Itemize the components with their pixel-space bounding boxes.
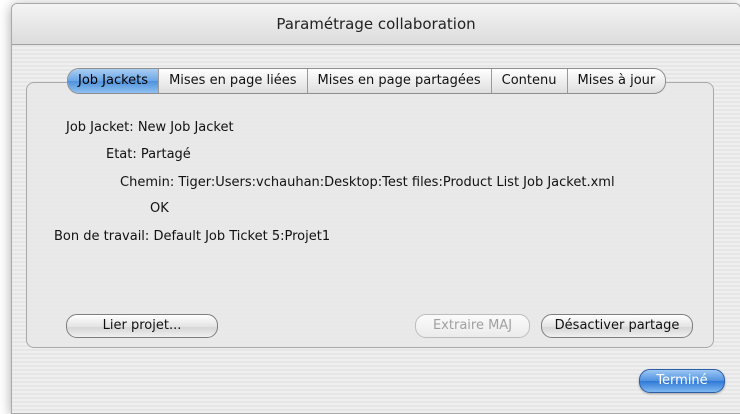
- tab-contenu[interactable]: Contenu: [490, 69, 567, 93]
- job-jacket-label: Job Jacket:: [66, 120, 134, 135]
- chemin-label: Chemin:: [120, 175, 175, 190]
- bon-de-travail-label: Bon de travail:: [54, 229, 150, 244]
- chemin-value: Tiger:Users:vchauhan:Desktop:Test files:…: [178, 175, 615, 190]
- window-title: Paramétrage collaboration: [276, 15, 476, 33]
- tab-job-jackets[interactable]: Job Jackets: [68, 69, 159, 93]
- status-value: OK: [150, 201, 169, 216]
- tab-mises-en-page-partagees[interactable]: Mises en page partagées: [306, 69, 491, 93]
- job-jacket-value: New Job Jacket: [137, 120, 234, 135]
- status-ok: OK: [150, 201, 169, 216]
- bon-de-travail-value: Default Job Ticket 5:Projet1: [153, 229, 331, 244]
- extraire-maj-button[interactable]: Extraire MAJ: [415, 314, 530, 338]
- chemin-row: Chemin: Tiger:Users:vchauhan:Desktop:Tes…: [120, 175, 615, 190]
- termine-button[interactable]: Terminé: [639, 369, 725, 393]
- lier-projet-button[interactable]: Lier projet...: [66, 314, 218, 338]
- desactiver-partage-button[interactable]: Désactiver partage: [541, 314, 693, 338]
- etat-row: Etat: Partagé: [106, 147, 191, 162]
- etat-label: Etat:: [106, 147, 137, 162]
- etat-value: Partagé: [140, 147, 191, 162]
- job-jacket-row: Job Jacket: New Job Jacket: [66, 120, 234, 135]
- tab-mises-en-page-liees[interactable]: Mises en page liées: [158, 69, 306, 93]
- title-bar: Paramétrage collaboration: [12, 4, 740, 45]
- tab-bar: Job Jackets Mises en page liées Mises en…: [67, 68, 667, 94]
- bon-de-travail-row: Bon de travail: Default Job Ticket 5:Pro…: [54, 229, 330, 244]
- tab-mises-a-jour[interactable]: Mises à jour: [566, 69, 666, 93]
